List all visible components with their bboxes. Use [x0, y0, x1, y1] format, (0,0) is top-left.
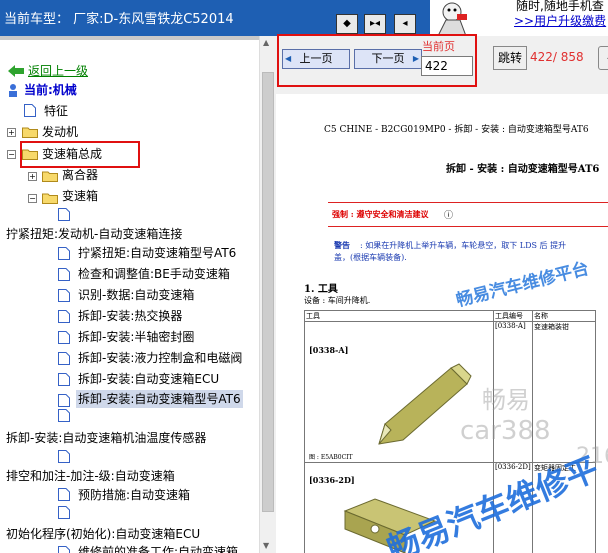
- tree-item-identification[interactable]: 识别-数据:自动变速箱: [78, 287, 194, 303]
- page-icon: [58, 310, 70, 323]
- vehicle-title: 当前车型： 厂家:D-东风雪铁龙C52014: [4, 12, 234, 27]
- tree-item-at6-selected[interactable]: 拆卸-安装:自动变速箱型号AT6: [76, 390, 243, 408]
- document-page: C5 CHINE - B2CG019MP0 - 拆卸 - 安装 : 自动变速箱型…: [276, 94, 608, 553]
- upgrade-link[interactable]: >>用户升级缴费: [514, 12, 606, 29]
- col-tool: 工具: [304, 310, 494, 322]
- tool1-name: 变速箱装钳: [532, 321, 596, 463]
- tree-item-init-ecu[interactable]: 初始化程序(初始化):自动变速箱ECU: [6, 526, 200, 542]
- tree-item-engine[interactable]: 发动机: [42, 124, 78, 140]
- collapse-icon[interactable]: −: [28, 194, 37, 203]
- mascot-icon: [437, 2, 467, 36]
- tool2-name: 变矩器固定工: [532, 462, 596, 553]
- warning-prefix: 警告: [334, 240, 350, 250]
- folder-icon: [22, 127, 38, 138]
- nav-button-1[interactable]: ◆: [336, 14, 358, 34]
- chisel-tool-icon: [378, 363, 472, 445]
- tree-item-features[interactable]: 特征: [44, 103, 68, 119]
- current-node-icon: [9, 84, 17, 97]
- page-icon: [58, 373, 70, 386]
- tool1-cell: [0338-A] 图 : E5AB0CIT: [304, 321, 494, 463]
- tree-panel: 返回上一级 当前:机械 特征 + 发动机 − 变速箱总成 + 离合器 − 变速箱…: [0, 36, 276, 553]
- doc-title: 拆卸 - 安装 : 自动变速箱型号AT6: [446, 164, 600, 175]
- page-count: 422/ 858: [530, 50, 584, 64]
- tree-item-at-ecu[interactable]: 拆卸-安装:自动变速箱ECU: [78, 371, 219, 387]
- tree-item-clutch[interactable]: 离合器: [62, 167, 98, 183]
- section-tools: 1. 工具: [304, 284, 338, 295]
- tree-item-torque-engine-at[interactable]: 拧紧扭矩:发动机-自动变速箱连接: [6, 226, 182, 242]
- mandatory-note: 强制 : 遵守安全和清洁建议: [332, 209, 429, 219]
- page-icon: [58, 506, 70, 519]
- page-icon: [58, 331, 70, 344]
- tree-item-torque-at6[interactable]: 拧紧扭矩:自动变速箱型号AT6: [78, 245, 236, 261]
- tool1-label: [0338-A]: [309, 345, 349, 355]
- doc-header-line: C5 CHINE - B2CG019MP0 - 拆卸 - 安装 : 自动变速箱型…: [324, 125, 589, 135]
- page-icon: [58, 488, 70, 501]
- panel-toggle-button[interactable]: ‹: [598, 46, 608, 70]
- split-arrows-icon: ▸◂: [369, 18, 381, 29]
- page-icon: [58, 394, 70, 407]
- divider-line: [328, 202, 608, 203]
- tree-item-heat-exchanger[interactable]: 拆卸-安装:热交换器: [78, 308, 182, 324]
- nav-arrow-icon: ◆: [343, 18, 351, 29]
- tree-item-precautions[interactable]: 预防措施:自动变速箱: [78, 487, 190, 503]
- expand-icon[interactable]: +: [28, 172, 37, 181]
- tree-item-shaft-seal[interactable]: 拆卸-安装:半轴密封圈: [78, 329, 194, 345]
- tool2-code: [0336-2D]: [493, 462, 533, 553]
- tools-table: 工具 工具编号 名称 [0338-A] 图 : E5AB0CIT [0338-A…: [304, 310, 596, 553]
- tree-top-strip: [0, 36, 276, 40]
- tool2-cell: [0336-2D]: [304, 462, 494, 553]
- nav-button-2[interactable]: ▸◂: [364, 14, 386, 34]
- tree-item-hydraulic-box[interactable]: 拆卸-安装:液力控制盒和电磁阀: [78, 350, 242, 366]
- tree-item-check-be[interactable]: 检查和调整值:BE手动变速箱: [78, 266, 230, 282]
- pager-highlight-box: [277, 34, 477, 87]
- nav-button-3[interactable]: ◂: [394, 14, 416, 34]
- warning-text: : 如果在升降机上举升车辆，车轮悬空，取下 LDS 后 提升: [360, 241, 567, 250]
- back-link[interactable]: 返回上一级: [28, 63, 88, 79]
- col-name: 名称: [532, 310, 596, 322]
- plate-tool-icon: [343, 498, 437, 553]
- tool1-figure: 图 : E5AB0CIT: [309, 454, 353, 461]
- tool1-code: [0338-A]: [493, 321, 533, 463]
- page-icon: [58, 247, 70, 260]
- page-icon: [58, 450, 70, 463]
- page-icon: [58, 268, 70, 281]
- tree-item-drain-fill[interactable]: 排空和加注-加注-级:自动变速箱: [6, 468, 175, 484]
- back-arrow-icon: [8, 65, 24, 77]
- col-code: 工具编号: [493, 310, 533, 322]
- jump-button[interactable]: 跳转: [493, 46, 527, 70]
- left-arrow-icon: ◂: [402, 18, 408, 29]
- info-icon: ⓘ: [444, 211, 454, 221]
- equipment-text: 设备 : 车间升降机.: [304, 296, 371, 305]
- tool2-label: [0336-2D]: [309, 475, 355, 485]
- watermark-text: 畅易汽车维修平台: [454, 258, 592, 312]
- tree-item-oil-temp-sensor[interactable]: 拆卸-安装:自动变速箱机油温度传感器: [6, 430, 206, 446]
- page-icon: [58, 208, 70, 221]
- divider-line: [328, 226, 608, 227]
- page-icon: [58, 352, 70, 365]
- scroll-down-icon[interactable]: ▼: [263, 541, 269, 550]
- folder-icon: [42, 171, 58, 182]
- tree-scroll-thumb[interactable]: [262, 72, 274, 512]
- page-icon: [24, 104, 36, 117]
- folder-open-icon: [42, 193, 58, 204]
- expand-icon[interactable]: +: [7, 128, 16, 137]
- page-icon: [58, 409, 70, 422]
- content-pane: ◀ 上一页 下一页 ▶ 当前页 422 跳转 422/ 858 ‹ C5 CHI…: [276, 36, 608, 553]
- title-bar: 当前车型： 厂家:D-东风雪铁龙C52014 ◆ ▸◂ ◂ 随时,随地手机查 >…: [0, 0, 608, 36]
- page-icon: [58, 546, 70, 553]
- warning-text-2: 盖，(根据车辆装备).: [334, 253, 407, 262]
- tree-item-prep-work[interactable]: 维修前的准备工作:自动变速箱: [78, 544, 238, 553]
- current-node-label: 当前:机械: [24, 83, 77, 97]
- scroll-up-icon[interactable]: ▲: [263, 38, 269, 47]
- page-icon: [58, 289, 70, 302]
- tree-highlight-box: [20, 141, 140, 168]
- tree-item-gearbox[interactable]: 变速箱: [62, 188, 98, 204]
- promo-banner[interactable]: 随时,随地手机查 >>用户升级缴费: [430, 0, 608, 36]
- collapse-icon[interactable]: −: [7, 150, 16, 159]
- tree-scrollbar[interactable]: ▲ ▼: [259, 36, 276, 553]
